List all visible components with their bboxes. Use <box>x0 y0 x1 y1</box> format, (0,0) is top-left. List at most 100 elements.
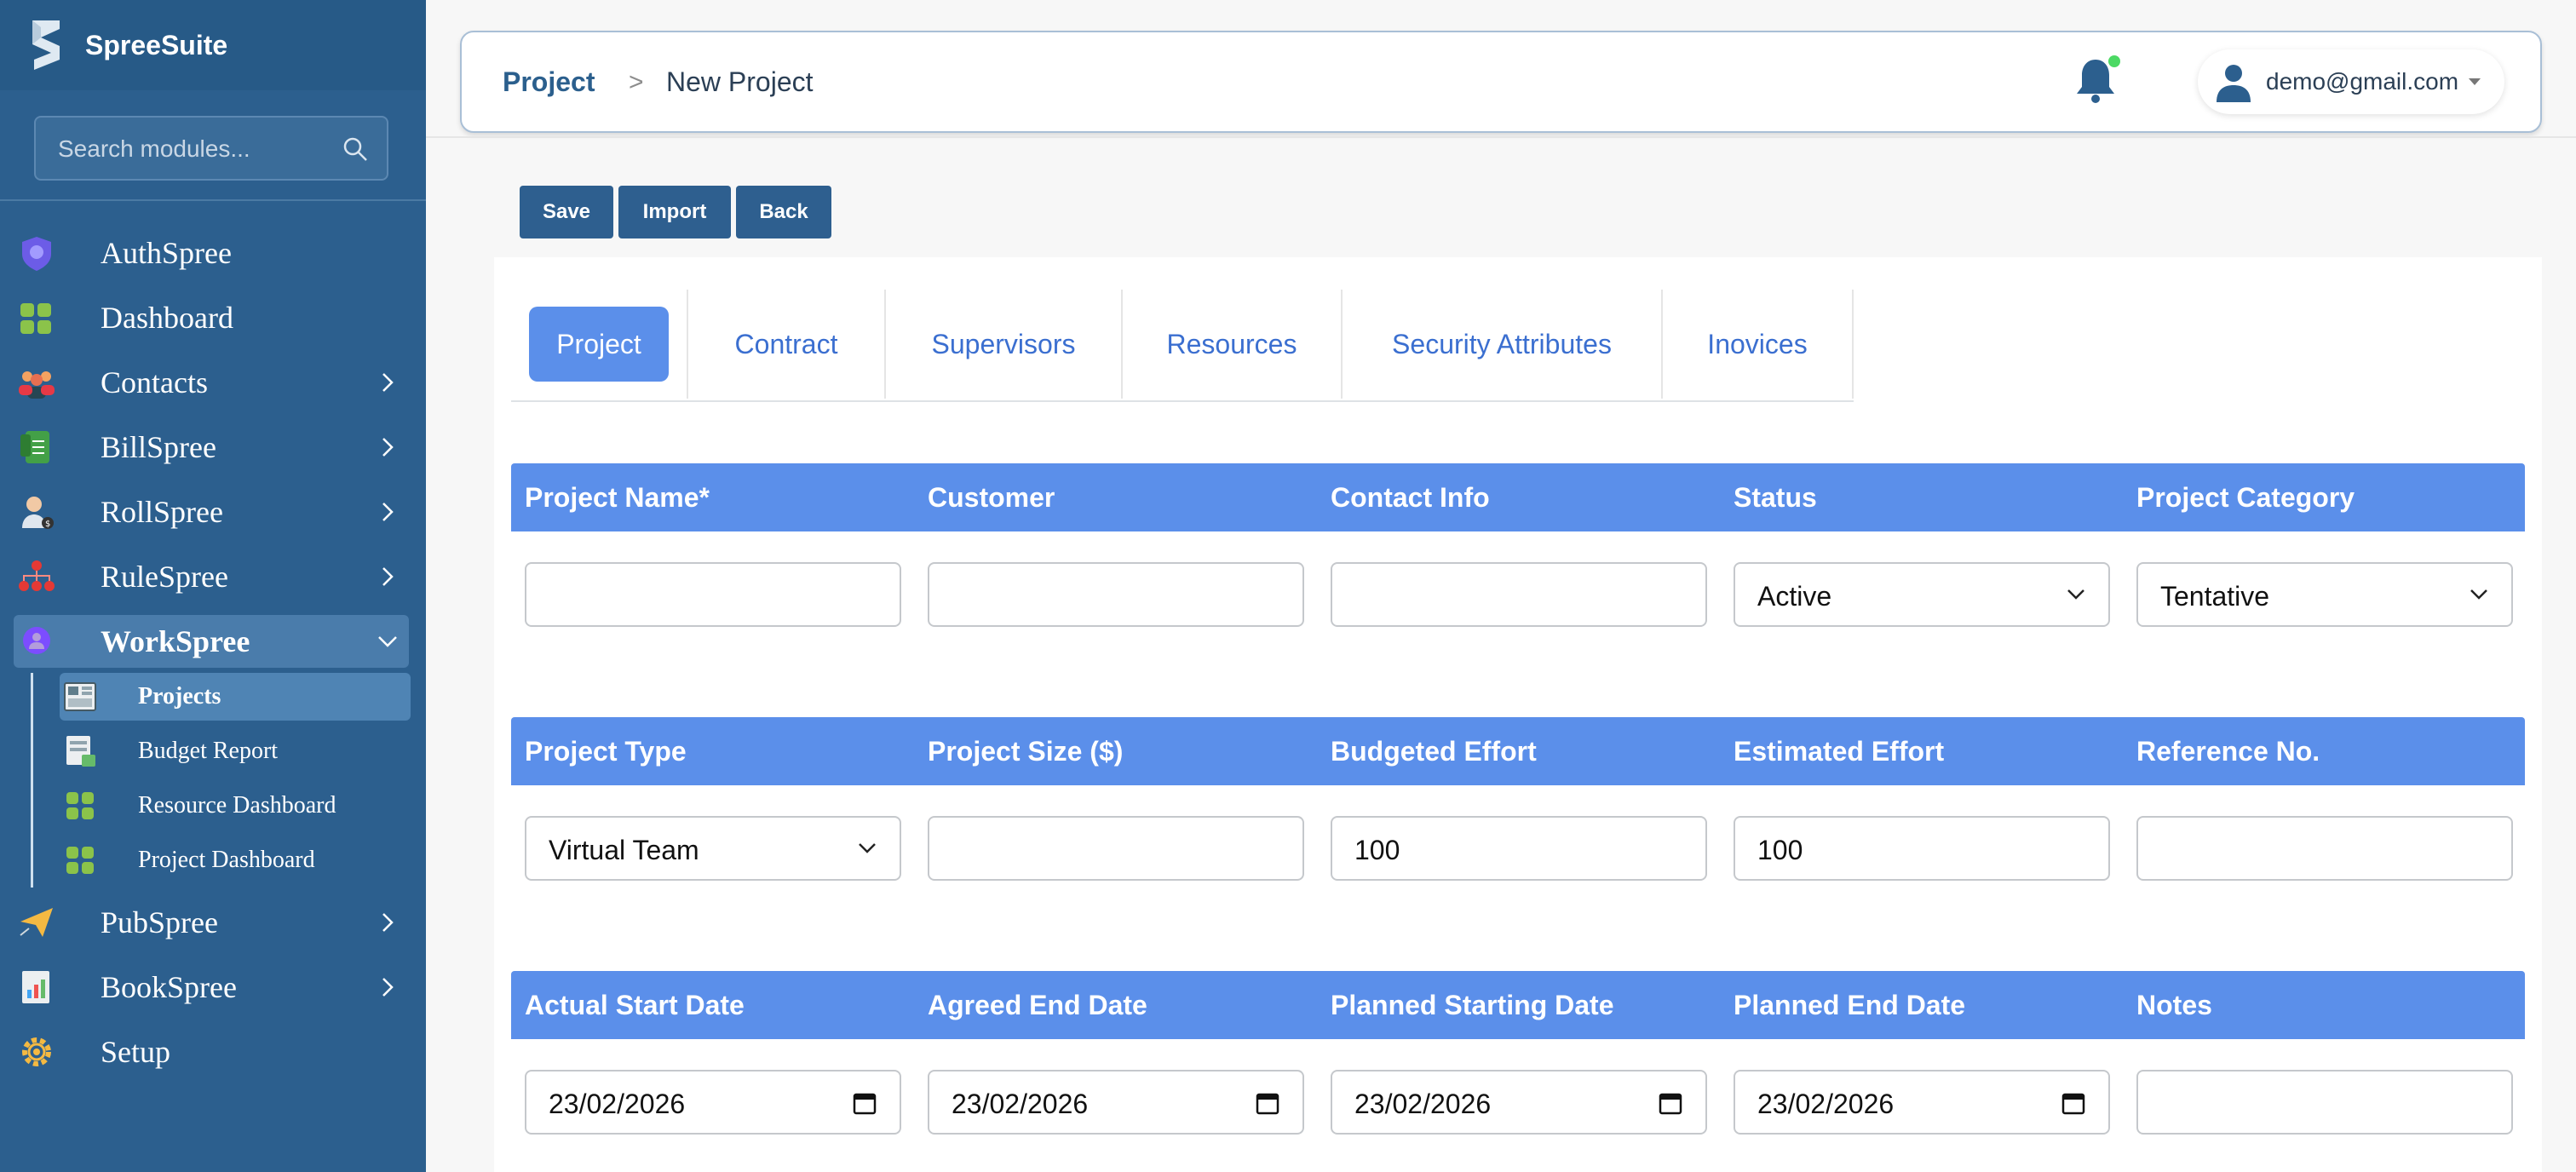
chevron-right-icon <box>382 978 394 997</box>
column-header: Project Category <box>2136 482 2355 513</box>
save-button[interactable]: Save <box>520 186 613 238</box>
sidebar-subitem-projects[interactable]: Projects <box>60 673 411 721</box>
sidebar-subitem-label: Resource Dashboard <box>138 792 336 819</box>
calendar-icon[interactable] <box>852 1090 877 1116</box>
sidebar-item-label: BookSpree <box>101 970 237 1004</box>
sidebar-subitem-resource-dashboard[interactable]: Resource Dashboard <box>60 782 411 830</box>
svg-text:$: $ <box>45 520 50 529</box>
tab-invoices[interactable]: Inovices <box>1663 290 1854 399</box>
sidebar: SpreeSuite AuthSpree Dashboard <box>0 0 426 1172</box>
chevron-right-icon <box>382 567 394 586</box>
paper-plane-icon <box>20 908 53 937</box>
search-input[interactable] <box>56 118 341 181</box>
reference-no-input[interactable] <box>2136 816 2513 881</box>
project-type-value: Virtual Team <box>549 835 699 865</box>
column-header: Actual Start Date <box>525 990 745 1020</box>
customer-input[interactable] <box>928 562 1304 627</box>
column-header: Estimated Effort <box>1734 736 1945 767</box>
sidebar-item-label: Setup <box>101 1035 171 1069</box>
brand[interactable]: SpreeSuite <box>0 0 426 90</box>
contact-info-input[interactable] <box>1331 562 1707 627</box>
projects-board-icon <box>64 682 96 711</box>
sidebar-item-setup[interactable]: Setup <box>14 1026 409 1078</box>
top-header: Project > New Project demo@gmail.com <box>460 31 2542 133</box>
dashboard-icon <box>66 792 94 819</box>
sidebar-subitem-budget-report[interactable]: Budget Report <box>60 727 411 775</box>
sidebar-subitem-label: Project Dashboard <box>138 847 315 873</box>
sidebar-subitem-project-dashboard[interactable]: Project Dashboard <box>60 836 411 884</box>
user-icon <box>2217 65 2251 102</box>
budgeted-effort-value: 100 <box>1354 835 1400 865</box>
workspace-team-icon <box>23 627 50 654</box>
sidebar-item-bookspree[interactable]: BookSpree <box>14 961 409 1014</box>
project-type-select[interactable]: Virtual Team <box>525 816 901 881</box>
chevron-down-icon <box>378 636 397 647</box>
bell-icon[interactable] <box>2068 53 2123 107</box>
actual-start-date-input[interactable]: 23/02/2026 <box>525 1070 901 1135</box>
project-name-input[interactable] <box>525 562 901 627</box>
sidebar-item-label: RuleSpree <box>101 560 228 594</box>
agreed-end-date-input[interactable]: 23/02/2026 <box>928 1070 1304 1135</box>
date-value: 23/02/2026 <box>952 1089 1089 1119</box>
form-row-header: Actual Start Date Agreed End Date Planne… <box>511 971 2525 1039</box>
chevron-right-icon <box>382 913 394 932</box>
tab-resources[interactable]: Resources <box>1123 290 1343 399</box>
notes-input[interactable] <box>2136 1070 2513 1135</box>
sidebar-item-billspree[interactable]: BillSpree <box>14 421 409 474</box>
sidebar-item-contacts[interactable]: Contacts <box>14 356 409 409</box>
column-header: Project Size ($) <box>928 736 1124 767</box>
budgeted-effort-input[interactable]: 100 <box>1331 816 1707 881</box>
date-value: 23/02/2026 <box>549 1089 686 1119</box>
project-size-input[interactable] <box>928 816 1304 881</box>
planned-end-date-input[interactable]: 23/02/2026 <box>1734 1070 2110 1135</box>
hierarchy-icon <box>19 560 55 591</box>
tab-project[interactable]: Project <box>511 290 688 399</box>
tab-supervisors[interactable]: Supervisors <box>886 290 1123 399</box>
sidebar-item-label: Dashboard <box>101 301 233 335</box>
project-category-select[interactable]: Tentative <box>2136 562 2513 627</box>
calendar-icon[interactable] <box>1255 1090 1280 1116</box>
calendar-icon[interactable] <box>2061 1090 2086 1116</box>
sidebar-item-workspree[interactable]: WorkSpree <box>14 615 409 668</box>
sidebar-item-label: AuthSpree <box>101 236 232 270</box>
project-form-panel: Project Contract Supervisors Resources S… <box>494 257 2542 1172</box>
calendar-icon[interactable] <box>1658 1090 1683 1116</box>
planned-start-date-input[interactable]: 23/02/2026 <box>1331 1070 1707 1135</box>
sidebar-item-dashboard[interactable]: Dashboard <box>14 291 409 344</box>
sidebar-item-rollspree[interactable]: $ RollSpree <box>14 485 409 538</box>
column-header: Planned End Date <box>1734 990 1966 1020</box>
category-value: Tentative <box>2160 581 2270 612</box>
date-value: 23/02/2026 <box>1757 1089 1895 1119</box>
tab-security-attributes[interactable]: Security Attributes <box>1343 290 1663 399</box>
chevron-right-icon <box>382 373 394 392</box>
sidebar-item-pubspree[interactable]: PubSpree <box>14 896 409 949</box>
bill-icon <box>20 431 49 463</box>
user-menu[interactable]: demo@gmail.com <box>2198 49 2504 114</box>
sidebar-item-label: BillSpree <box>101 430 216 464</box>
column-header: Budgeted Effort <box>1331 736 1537 767</box>
sidebar-item-rulespree[interactable]: RuleSpree <box>14 550 409 603</box>
chevron-down-icon <box>2067 589 2084 600</box>
chevron-down-icon <box>859 843 876 853</box>
sidebar-item-authspree[interactable]: AuthSpree <box>14 227 409 279</box>
search-divider <box>0 199 426 201</box>
sidebar-item-label: WorkSpree <box>101 624 250 658</box>
back-button[interactable]: Back <box>736 186 831 238</box>
breadcrumb-root[interactable]: Project <box>503 66 595 98</box>
column-header: Project Type <box>525 736 687 767</box>
budget-report-icon <box>66 736 95 767</box>
contacts-group-icon <box>19 371 55 399</box>
form-row-header: Project Type Project Size ($) Budgeted E… <box>511 717 2525 785</box>
import-button[interactable]: Import <box>618 186 731 238</box>
estimated-effort-input[interactable]: 100 <box>1734 816 2110 881</box>
module-search[interactable] <box>34 116 388 181</box>
status-select[interactable]: Active <box>1734 562 2110 627</box>
header-divider <box>426 136 2576 138</box>
tab-contract[interactable]: Contract <box>688 290 886 399</box>
shield-icon <box>22 237 51 271</box>
search-icon[interactable] <box>342 136 368 162</box>
spreesuite-logo-icon <box>32 20 60 70</box>
status-value: Active <box>1757 581 1832 612</box>
breadcrumb-separator: > <box>629 68 644 96</box>
form-row-header: Project Name* Customer Contact Info Stat… <box>511 463 2525 531</box>
